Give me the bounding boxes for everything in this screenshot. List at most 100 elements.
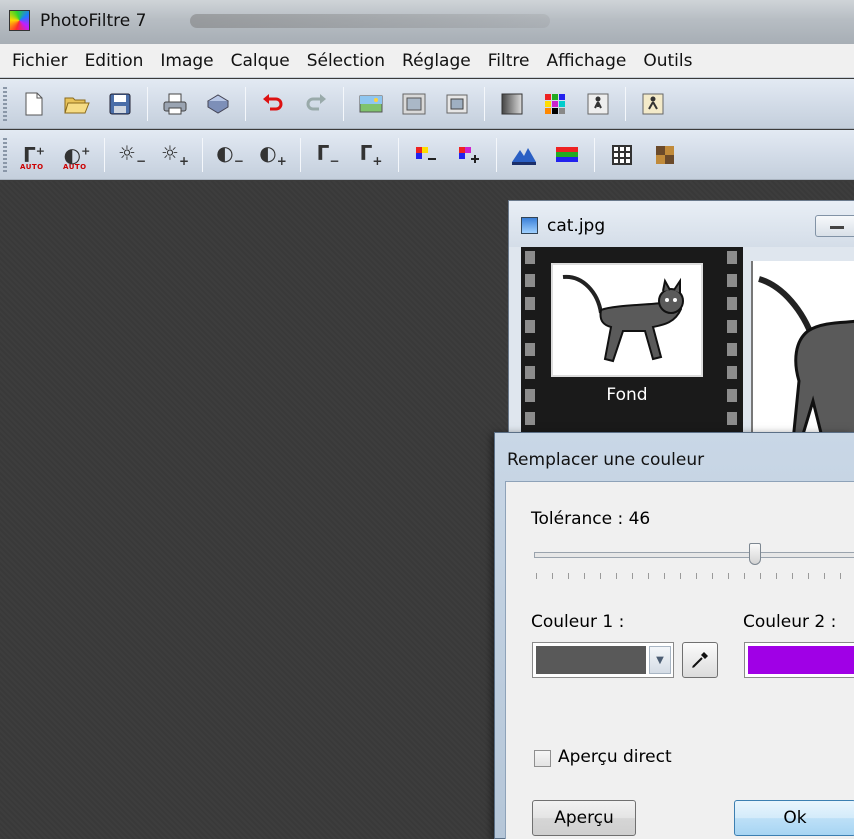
color2-label: Couleur 2 :: [743, 612, 837, 632]
scan-button[interactable]: [200, 86, 236, 122]
color-balance-icon: [556, 146, 578, 162]
color1-label: Couleur 1 :: [531, 612, 625, 632]
contrast-plus-button[interactable]: ◐+: [255, 137, 291, 173]
brightness-plus-button[interactable]: ☼+: [157, 137, 193, 173]
color1-select[interactable]: ▼: [532, 642, 674, 678]
open-folder-icon: [64, 97, 90, 113]
auto-contrast-button[interactable]: ◐+ AUTO: [59, 137, 95, 173]
new-file-button[interactable]: [16, 86, 52, 122]
mosaic-icon: [656, 145, 674, 164]
layer-thumbnail[interactable]: [551, 263, 703, 377]
minimize-button[interactable]: [815, 215, 854, 237]
color2-select[interactable]: [744, 642, 854, 678]
image-window-titlebar[interactable]: cat.jpg: [509, 201, 854, 247]
live-preview-label[interactable]: Aperçu direct: [558, 747, 672, 767]
toolbar-grip[interactable]: [3, 87, 7, 121]
canvas-size-button[interactable]: [396, 86, 432, 122]
levels-button[interactable]: [506, 137, 542, 173]
film-perforations: [525, 251, 535, 439]
live-preview-checkbox[interactable]: [534, 750, 551, 767]
brightness-minus-icon: ☼−: [118, 140, 146, 168]
toolbar-separator: [245, 86, 246, 121]
auto-gamma-button[interactable]: Γ+ AUTO: [16, 137, 52, 173]
image-file-icon: [521, 217, 538, 234]
grid-icon: [612, 144, 632, 165]
auto-label: AUTO: [20, 162, 44, 171]
gamma-plus-icon: Γ+: [359, 140, 383, 168]
redo-button[interactable]: [298, 86, 334, 122]
color1-swatch: [536, 646, 646, 674]
crop-icon: [446, 94, 468, 113]
scan-icon: [207, 93, 229, 114]
cat-image: [758, 276, 854, 443]
toolbar-separator: [202, 137, 203, 172]
film-perforations: [727, 251, 737, 439]
menu-selection[interactable]: Sélection: [301, 51, 391, 71]
tolerance-label: Tolérance : 46: [531, 509, 651, 529]
redo-icon: [306, 93, 326, 110]
brightness-plus-icon: ☼+: [161, 140, 189, 168]
print-icon: [163, 93, 187, 114]
menu-fichier[interactable]: Fichier: [6, 51, 74, 71]
image-canvas[interactable]: [751, 261, 854, 443]
layer-panel: Fond: [521, 247, 743, 439]
menu-image[interactable]: Image: [154, 51, 219, 71]
window-title: PhotoFiltre 7: [40, 11, 147, 31]
gradient-button[interactable]: [494, 86, 530, 122]
toolbar-separator: [104, 137, 105, 172]
crop-button[interactable]: [439, 86, 475, 122]
mosaic-button[interactable]: [647, 137, 683, 173]
menu-reglage[interactable]: Réglage: [396, 51, 477, 71]
save-button[interactable]: [102, 86, 138, 122]
auto-label: AUTO: [63, 162, 87, 171]
menu-filtre[interactable]: Filtre: [482, 51, 536, 71]
open-button[interactable]: [59, 86, 95, 122]
undo-button[interactable]: [255, 86, 291, 122]
contrast-minus-button[interactable]: ◐−: [212, 137, 248, 173]
saturation-minus-button[interactable]: [408, 137, 444, 173]
toolbar-separator: [343, 86, 344, 121]
toolbar-separator: [398, 137, 399, 172]
image-size-button[interactable]: [353, 86, 389, 122]
menu-affichage[interactable]: Affichage: [540, 51, 632, 71]
brightness-minus-button[interactable]: ☼−: [114, 137, 150, 173]
cat-thumbnail-image: [553, 265, 701, 375]
new-file-icon: [25, 92, 43, 115]
color-balance-button[interactable]: [549, 137, 585, 173]
saturation-plus-button[interactable]: [451, 137, 487, 173]
undo-icon: [263, 93, 283, 110]
save-icon: [109, 93, 131, 114]
palette-button[interactable]: [537, 86, 573, 122]
contrast-plus-icon: ◐+: [63, 142, 91, 167]
automate-button[interactable]: [635, 86, 671, 122]
preview-button[interactable]: Aperçu: [532, 800, 636, 836]
saturation-minus-icon: [416, 146, 436, 160]
gamma-minus-button[interactable]: Γ−: [310, 137, 346, 173]
print-button[interactable]: [157, 86, 193, 122]
toolbar-grip[interactable]: [3, 138, 7, 172]
menu-calque[interactable]: Calque: [225, 51, 296, 71]
animation-icon: [587, 93, 609, 114]
gradient-icon: [501, 93, 523, 114]
slider-ticks: [536, 573, 854, 579]
grid-button[interactable]: [604, 137, 640, 173]
menu-bar: Fichier Edition Image Calque Sélection R…: [0, 44, 854, 78]
tolerance-slider-thumb[interactable]: [749, 543, 761, 565]
eyedropper-button[interactable]: [682, 642, 718, 678]
adjust-toolbar: Γ+ AUTO ◐+ AUTO ☼− ☼+ ◐− ◐+ Γ− Γ+: [0, 130, 854, 180]
title-bar: PhotoFiltre 7: [0, 0, 854, 44]
contrast-plus-icon: ◐+: [259, 140, 287, 168]
tolerance-slider-track[interactable]: [534, 552, 854, 558]
dropdown-button[interactable]: ▼: [649, 646, 671, 674]
blurred-title-region: [190, 14, 550, 28]
menu-edition[interactable]: Edition: [79, 51, 150, 71]
eyedropper-icon: [692, 652, 708, 668]
animation-button[interactable]: [580, 86, 616, 122]
gamma-plus-button[interactable]: Γ+: [353, 137, 389, 173]
levels-icon: [512, 147, 536, 165]
replace-color-dialog: Remplacer une couleur Tolérance : 46 Cou…: [494, 432, 854, 839]
toolbar-separator: [496, 137, 497, 172]
menu-outils[interactable]: Outils: [637, 51, 698, 71]
image-window[interactable]: cat.jpg Fond: [508, 200, 854, 443]
ok-button[interactable]: Ok: [734, 800, 854, 836]
